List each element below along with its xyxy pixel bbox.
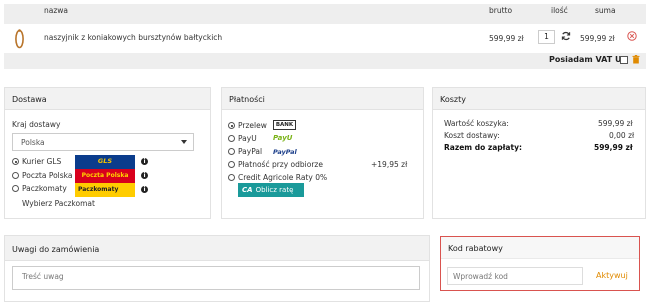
payment-title: Płatności bbox=[222, 88, 423, 110]
payment-radio-cod[interactable] bbox=[228, 161, 235, 168]
product-price: 599,99 zł bbox=[489, 34, 524, 43]
country-select-value: Polska bbox=[21, 138, 45, 147]
costs-title: Koszty bbox=[433, 88, 645, 110]
cod-fee: +19,95 zł bbox=[371, 160, 408, 169]
shipping-option-gls[interactable]: Kurier GLS bbox=[22, 157, 61, 166]
credit-agricole-icon: CA bbox=[242, 186, 253, 194]
coupon-title: Kod rabatowy bbox=[441, 237, 639, 259]
product-thumbnail[interactable] bbox=[14, 28, 25, 49]
refresh-icon[interactable] bbox=[561, 31, 571, 41]
gls-logo: GLS bbox=[75, 155, 135, 169]
payment-option-payu[interactable]: PayU bbox=[238, 134, 257, 143]
shipping-option-poczta[interactable]: Poczta Polska bbox=[22, 171, 72, 180]
payment-option-paypal[interactable]: PayPal bbox=[238, 147, 262, 156]
bank-logo: BANK bbox=[273, 120, 296, 130]
coupon-input[interactable]: Wprowadź kod bbox=[447, 267, 583, 285]
total-value: 599,99 zł bbox=[594, 143, 633, 152]
info-icon[interactable]: i bbox=[141, 158, 148, 165]
notes-textarea[interactable]: Treść uwag bbox=[12, 266, 420, 290]
shipping-option-paczkomaty[interactable]: Paczkomaty bbox=[22, 184, 67, 193]
shipping-cost-label: Koszt dostawy: bbox=[444, 131, 500, 140]
apply-coupon-button[interactable]: Aktywuj bbox=[596, 271, 628, 280]
payment-radio-paypal[interactable] bbox=[228, 148, 235, 155]
payment-radio-transfer[interactable] bbox=[228, 122, 235, 129]
shipping-radio-gls[interactable] bbox=[12, 158, 19, 165]
remove-item-icon[interactable] bbox=[627, 31, 637, 41]
country-select[interactable]: Polska bbox=[12, 133, 194, 151]
trash-icon[interactable] bbox=[632, 55, 640, 64]
payment-option-transfer[interactable]: Przelew bbox=[238, 121, 267, 130]
shipping-cost: 0,00 zł bbox=[609, 131, 635, 140]
cart-value-label: Wartość koszyka: bbox=[444, 119, 509, 128]
vat-checkbox[interactable] bbox=[620, 56, 628, 64]
payment-option-cod[interactable]: Płatność przy odbiorze bbox=[238, 160, 323, 169]
shipping-radio-poczta[interactable] bbox=[12, 172, 19, 179]
product-sum: 599,99 zł bbox=[580, 34, 615, 43]
column-header-gross: brutto bbox=[489, 6, 513, 15]
payu-logo: PayU bbox=[273, 134, 293, 142]
column-header-sum: suma bbox=[595, 6, 616, 15]
country-label: Kraj dostawy bbox=[12, 120, 61, 129]
column-header-name: nazwa bbox=[44, 6, 69, 15]
payment-radio-payu[interactable] bbox=[228, 135, 235, 142]
costs-panel: Koszty bbox=[432, 87, 646, 219]
choose-locker-link[interactable]: Wybierz Paczkomat bbox=[22, 199, 95, 208]
vat-label: Posiadam VAT UE bbox=[549, 55, 627, 64]
info-icon[interactable]: i bbox=[141, 172, 148, 179]
installment-button[interactable]: CA Oblicz ratę bbox=[238, 183, 304, 197]
column-header-qty: ilość bbox=[551, 6, 568, 15]
payment-radio-credit-agricole[interactable] bbox=[228, 174, 235, 181]
shipping-title: Dostawa bbox=[5, 88, 210, 110]
notes-title: Uwagi do zamówienia bbox=[5, 236, 429, 261]
paypal-logo: PayPal bbox=[273, 148, 297, 156]
quantity-input[interactable]: 1 bbox=[538, 30, 555, 44]
payment-option-credit-agricole[interactable]: Credit Agricole Raty 0% bbox=[238, 173, 327, 182]
total-label: Razem do zapłaty: bbox=[444, 143, 522, 152]
shipping-radio-paczkomaty[interactable] bbox=[12, 185, 19, 192]
cart-table-header bbox=[4, 4, 646, 24]
paczkomaty-logo: Paczkomaty bbox=[75, 183, 135, 197]
chevron-down-icon bbox=[181, 140, 187, 144]
installment-button-label: Oblicz ratę bbox=[255, 186, 294, 194]
product-name[interactable]: naszyjnik z koniakowych bursztynów bałty… bbox=[44, 33, 222, 42]
info-icon[interactable]: i bbox=[141, 186, 148, 193]
cart-value: 599,99 zł bbox=[598, 119, 633, 128]
poczta-polska-logo: Poczta Polska bbox=[75, 169, 135, 183]
